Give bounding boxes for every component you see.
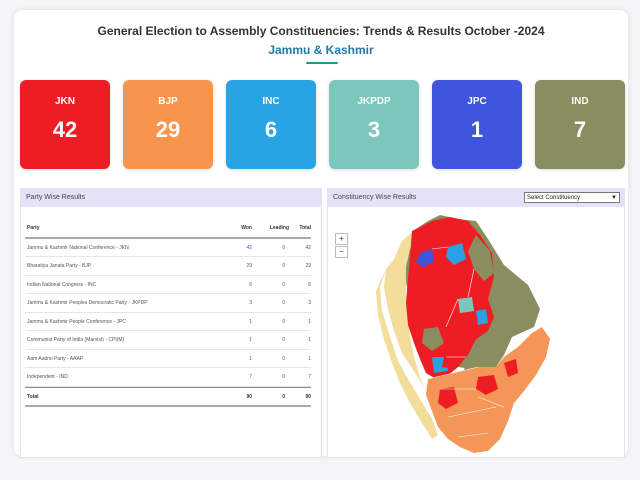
table-row: Jammu & Kashmir People Conference - JPC … xyxy=(25,313,311,331)
won-link[interactable]: 3 xyxy=(238,300,252,306)
leading-value: 0 xyxy=(282,374,285,380)
card-party-label: BJP xyxy=(158,96,178,107)
party-results-table: Party Won Leading Total Jammu & Kashmir … xyxy=(25,219,311,407)
table-row: Jammu & Kashmir Peoples Democratic Party… xyxy=(25,294,311,313)
card-party-label: JPC xyxy=(467,96,487,107)
table-row: Indian National Congress - INC 6 0 6 xyxy=(25,276,311,294)
won-link[interactable]: 1 xyxy=(238,356,252,362)
party-name: Independent - IND xyxy=(27,374,68,380)
party-name: Indian National Congress - INC xyxy=(27,281,97,288)
zoom-out-button[interactable]: − xyxy=(335,246,348,258)
total-value: 1 xyxy=(308,355,311,362)
summary-card-jkpdp: JKPDP 3 xyxy=(329,80,419,169)
party-name: Jammu & Kashmir People Conference - JPC xyxy=(27,318,126,325)
won-link[interactable]: 29 xyxy=(238,263,252,269)
total-value: 29 xyxy=(305,263,311,269)
card-seat-count: 3 xyxy=(367,117,381,142)
card-seat-count: 1 xyxy=(470,117,484,142)
summary-card-jpc: JPC 1 xyxy=(432,80,522,169)
party-name: Jammu & Kashmir Peoples Democratic Party… xyxy=(27,300,148,306)
won-link[interactable]: 7 xyxy=(238,374,252,380)
total-label: Total xyxy=(27,393,39,400)
constituency-map[interactable] xyxy=(328,207,624,457)
party-name: Communist Party of India (Marxist) - CPI… xyxy=(27,337,125,343)
leading-value: 0 xyxy=(282,337,285,343)
party-panel-header: Party Wise Results xyxy=(21,189,321,207)
zoom-in-button[interactable]: + xyxy=(335,233,348,245)
total-value: 3 xyxy=(308,300,311,306)
constituency-select[interactable]: Select Constituency ▼ xyxy=(524,192,620,203)
total-value: 1 xyxy=(308,337,311,343)
total-value: 7 xyxy=(308,374,311,380)
chevron-down-icon: ▼ xyxy=(611,195,617,201)
constituency-select-value: Select Constituency xyxy=(527,195,581,201)
leading-value: 0 xyxy=(282,355,285,362)
total-value: 1 xyxy=(308,318,311,325)
col-party-header: Party xyxy=(27,225,40,231)
constituency-results-panel: Constituency Wise Results Select Constit… xyxy=(327,188,625,458)
total-total: 90 xyxy=(305,393,311,400)
summary-card-jkn: JKN 42 xyxy=(20,80,110,169)
constituency-panel-header: Constituency Wise Results Select Constit… xyxy=(328,189,624,207)
party-name: Bharatiya Janata Party - BJP xyxy=(27,263,92,269)
leading-value: 0 xyxy=(282,300,285,306)
total-won: 90 xyxy=(246,393,252,400)
party-name: Jammu & Kashmir National Conference - JK… xyxy=(27,244,129,251)
won-link[interactable]: 1 xyxy=(238,319,252,325)
results-dashboard: General Election to Assembly Constituenc… xyxy=(14,10,628,458)
table-header-row: Party Won Leading Total xyxy=(25,219,311,239)
leading-value: 0 xyxy=(282,244,285,251)
card-seat-count: 6 xyxy=(264,117,278,142)
card-party-label: INC xyxy=(262,96,280,107)
constituency-panel-title: Constituency Wise Results xyxy=(333,194,417,201)
leading-value: 0 xyxy=(282,281,285,288)
table-row: Independent - IND 7 0 7 xyxy=(25,368,311,387)
state-title: Jammu & Kashmir xyxy=(268,43,374,57)
summary-card-ind: IND 7 xyxy=(535,80,625,169)
leading-value: 0 xyxy=(282,318,285,325)
page-title: General Election to Assembly Constituenc… xyxy=(97,24,545,38)
card-party-label: IND xyxy=(571,96,589,107)
col-total-header: Total xyxy=(299,225,311,231)
card-party-label: JKPDP xyxy=(357,96,391,107)
col-won-header: Won xyxy=(241,225,252,231)
card-seat-count: 29 xyxy=(155,117,181,142)
table-row: Aam Aadmi Party - AAAP 1 0 1 xyxy=(25,350,311,368)
card-seat-count: 42 xyxy=(52,117,78,142)
leading-value: 0 xyxy=(282,263,285,269)
summary-card-bjp: BJP 29 xyxy=(123,80,213,169)
title-underline xyxy=(306,62,338,64)
table-row: Jammu & Kashmir National Conference - JK… xyxy=(25,239,311,257)
total-leading: 0 xyxy=(282,393,285,400)
table-total-row: Total 90 0 90 xyxy=(25,386,311,407)
total-value: 42 xyxy=(305,244,311,251)
won-link[interactable]: 1 xyxy=(238,337,252,343)
table-row: Communist Party of India (Marxist) - CPI… xyxy=(25,331,311,350)
party-results-panel: Party Wise Results Party Won Leading Tot… xyxy=(20,188,322,458)
card-seat-count: 7 xyxy=(573,117,587,142)
map-region-inc-3 xyxy=(476,309,488,325)
map-region-jkpdp xyxy=(458,297,474,313)
summary-card-inc: INC 6 xyxy=(226,80,316,169)
col-leading-header: Leading xyxy=(269,225,289,231)
table-row: Bharatiya Janata Party - BJP 29 0 29 xyxy=(25,257,311,276)
total-value: 6 xyxy=(308,281,311,288)
won-link[interactable]: 6 xyxy=(238,282,252,288)
card-party-label: JKN xyxy=(54,96,75,107)
won-link[interactable]: 42 xyxy=(238,245,252,251)
party-name: Aam Aadmi Party - AAAP xyxy=(27,355,84,362)
party-panel-title: Party Wise Results xyxy=(26,194,86,201)
